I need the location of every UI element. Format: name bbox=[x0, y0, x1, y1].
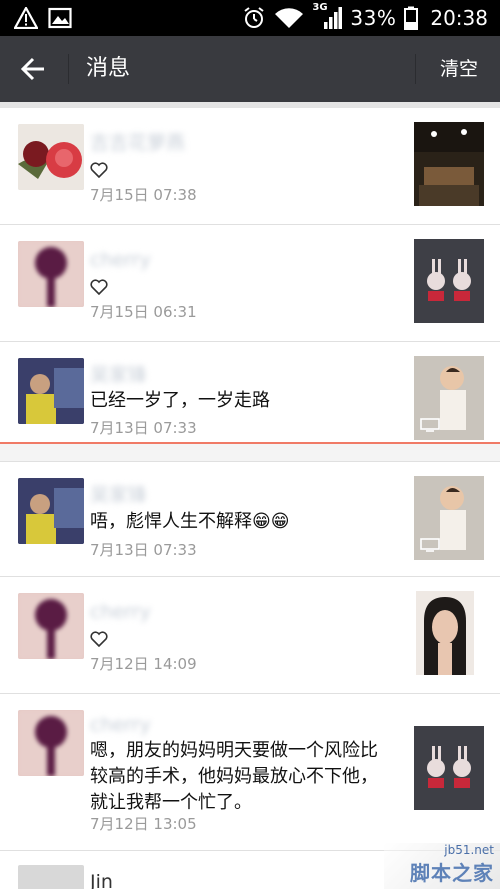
avatar[interactable] bbox=[18, 124, 84, 190]
blurred-avatar-image bbox=[18, 241, 84, 307]
list-item[interactable]: 吴家锋 唔，彪悍人生不解释😁😁 7月13日 07:33 bbox=[0, 462, 500, 576]
message-text: 已经一岁了，一岁走路 bbox=[90, 390, 270, 411]
room-thumbnail-image bbox=[414, 122, 484, 206]
avatar[interactable] bbox=[18, 241, 84, 307]
watermark-site: jb51.net bbox=[444, 843, 494, 857]
avatar[interactable] bbox=[18, 710, 84, 776]
child-avatar-image bbox=[18, 358, 84, 424]
avatar[interactable] bbox=[18, 865, 84, 889]
watermark-brand: 脚本之家 bbox=[410, 861, 494, 885]
arrow-left-icon bbox=[20, 57, 44, 81]
page-title: 消息 bbox=[86, 56, 131, 81]
message-text: 唔，彪悍人生不解释😁😁 bbox=[90, 511, 290, 532]
sender-name[interactable]: 吴家锋 bbox=[90, 482, 210, 508]
message-time: 7月15日 06:31 bbox=[90, 303, 197, 321]
list-item[interactable]: 吉吉花萝燕 7月15日 07:38 bbox=[0, 108, 500, 224]
battery-icon bbox=[404, 6, 419, 30]
status-bar: 3G 33% 20:38 bbox=[0, 0, 500, 36]
video-icon bbox=[420, 418, 440, 432]
portrait-thumbnail-image bbox=[416, 591, 474, 675]
list-item[interactable]: cherry 嗯，朋友的妈妈明天要做一个风险比较高的手术，他妈妈最放心不下他，就… bbox=[0, 694, 500, 850]
blurred-avatar-image bbox=[18, 593, 84, 659]
back-button[interactable] bbox=[10, 49, 56, 89]
clear-button[interactable]: 清空 bbox=[440, 54, 478, 84]
video-thumbnail[interactable] bbox=[414, 476, 484, 560]
heart-outline-icon bbox=[90, 162, 108, 178]
sender-name[interactable]: cherry bbox=[90, 599, 210, 625]
sender-name[interactable]: 吉吉花萝燕 bbox=[90, 130, 210, 156]
header-divider bbox=[415, 54, 416, 84]
blurred-avatar-image bbox=[18, 710, 84, 776]
sender-name[interactable]: Jin bbox=[90, 869, 113, 889]
post-thumbnail[interactable] bbox=[416, 591, 474, 675]
list-item[interactable]: cherry 7月12日 14:09 bbox=[0, 577, 500, 693]
post-thumbnail[interactable] bbox=[414, 239, 484, 323]
rose-avatar-image bbox=[18, 124, 84, 190]
message-time: 7月15日 07:38 bbox=[90, 186, 197, 204]
list-item[interactable]: cherry 7月15日 06:31 bbox=[0, 225, 500, 341]
signal-icon bbox=[324, 7, 343, 29]
heart-outline-icon bbox=[90, 631, 108, 647]
message-time: 7月13日 07:33 bbox=[90, 541, 197, 559]
section-gap bbox=[0, 444, 500, 462]
sender-name[interactable]: cherry bbox=[90, 247, 210, 273]
avatar[interactable] bbox=[18, 593, 84, 659]
title-bar: 消息 清空 bbox=[0, 36, 500, 102]
clock: 20:38 bbox=[430, 6, 488, 30]
alarm-icon bbox=[244, 7, 265, 28]
image-notification-icon bbox=[48, 7, 72, 29]
post-thumbnail[interactable] bbox=[414, 122, 484, 206]
status-left-icons bbox=[14, 7, 72, 29]
message-time: 7月13日 07:33 bbox=[90, 419, 197, 437]
cartoon-rabbits-thumbnail-image bbox=[414, 726, 484, 810]
video-icon bbox=[420, 538, 440, 552]
status-right-icons: 3G 33% 20:38 bbox=[242, 0, 488, 36]
battery-percent: 33% bbox=[350, 6, 397, 30]
list-item[interactable]: 吴家锋 已经一岁了，一岁走路 7月13日 07:33 bbox=[0, 342, 500, 442]
message-time: 7月12日 14:09 bbox=[90, 655, 197, 673]
wifi-icon bbox=[275, 8, 304, 28]
watermark: jb51.net 脚本之家 bbox=[384, 843, 500, 889]
warning-icon bbox=[14, 7, 38, 29]
message-text: 嗯，朋友的妈妈明天要做一个风险比较高的手术，他妈妈最放心不下他，就让我帮一个忙了… bbox=[90, 740, 378, 813]
post-thumbnail[interactable] bbox=[414, 726, 484, 810]
heart-outline-icon bbox=[90, 279, 108, 295]
video-thumbnail[interactable] bbox=[414, 356, 484, 440]
header-divider bbox=[68, 54, 69, 84]
message-time: 7月12日 13:05 bbox=[90, 815, 197, 833]
cartoon-rabbits-thumbnail-image bbox=[414, 239, 484, 323]
sender-name[interactable]: 吴家锋 bbox=[90, 362, 210, 388]
sender-name[interactable]: cherry bbox=[90, 712, 210, 738]
cell-signal: 3G bbox=[312, 2, 343, 30]
child-avatar-image bbox=[18, 478, 84, 544]
avatar[interactable] bbox=[18, 478, 84, 544]
avatar[interactable] bbox=[18, 358, 84, 424]
